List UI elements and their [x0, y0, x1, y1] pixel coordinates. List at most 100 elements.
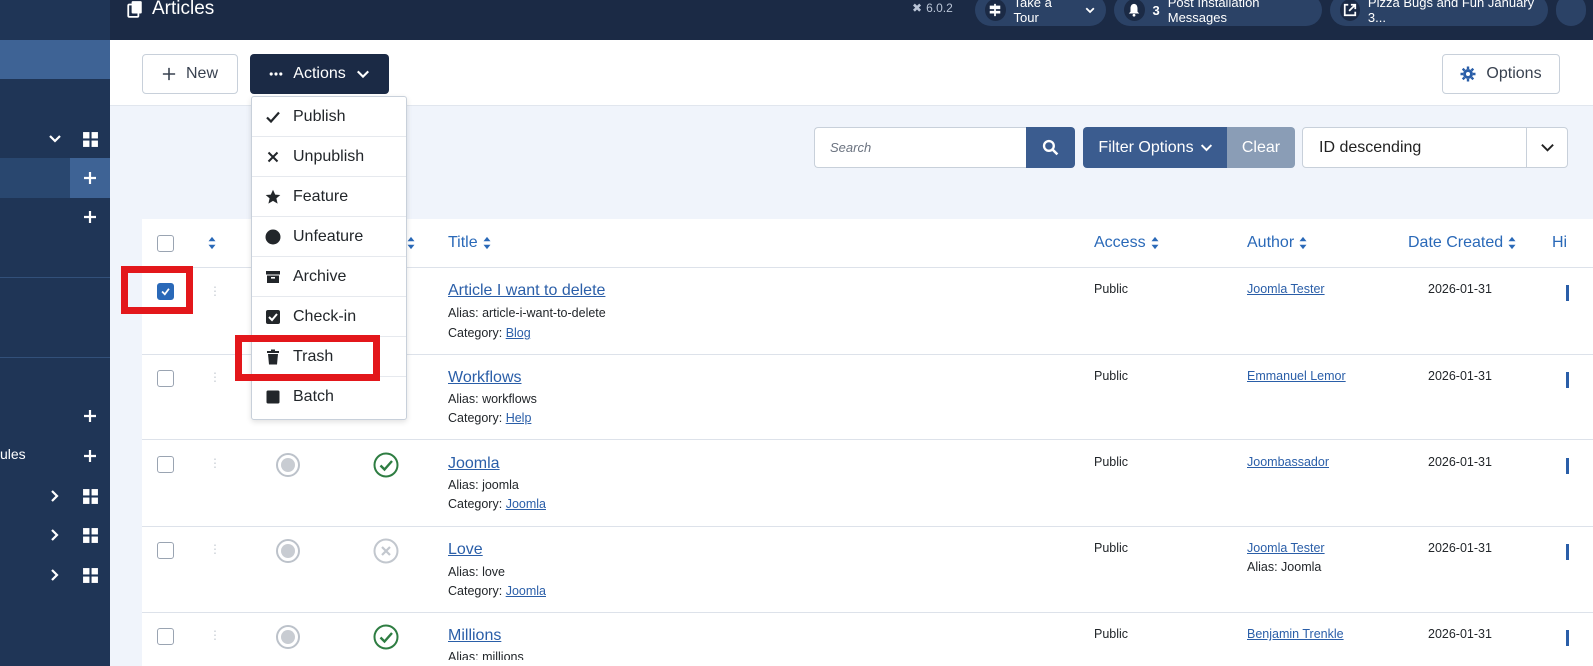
date-created-value: 2026-01-31 — [1428, 369, 1492, 383]
featured-published-icon[interactable] — [373, 624, 399, 650]
title-column-header[interactable]: Title — [448, 234, 492, 252]
status-unpublished-icon[interactable] — [275, 624, 301, 650]
dashboard-grid-icon[interactable] — [80, 486, 100, 506]
hits-badge — [1566, 372, 1569, 388]
menu-item-feature[interactable]: Feature — [252, 177, 406, 217]
access-value: Public — [1094, 627, 1129, 641]
chevron-down-icon — [1200, 144, 1212, 152]
date-created-column-header[interactable]: Date Created — [1408, 234, 1517, 252]
date-created-value: 2026-01-31 — [1428, 455, 1492, 469]
category-link[interactable]: Help — [506, 411, 532, 425]
star-icon — [265, 189, 281, 204]
sidebar-divider — [0, 277, 110, 278]
access-value: Public — [1094, 541, 1129, 555]
archive-icon — [266, 270, 280, 283]
chevron-right-icon[interactable] — [45, 565, 65, 585]
take-tour-button[interactable]: Take a Tour — [975, 0, 1106, 26]
row-checkbox[interactable] — [157, 628, 174, 645]
sort-icon — [483, 236, 491, 250]
drag-handle-icon[interactable]: ⋮ — [209, 628, 221, 642]
access-value: Public — [1094, 282, 1129, 296]
user-menu-button[interactable] — [1556, 0, 1586, 26]
search-button[interactable] — [1026, 127, 1075, 168]
search-input[interactable] — [814, 127, 1028, 168]
menu-item-unpublish[interactable]: Unpublish — [252, 137, 406, 177]
article-title-link[interactable]: Joomla — [448, 455, 500, 473]
add-article-button[interactable] — [70, 158, 110, 198]
plus-icon[interactable] — [80, 446, 100, 466]
article-title-link[interactable]: Love — [448, 541, 483, 559]
chevron-down-icon — [356, 70, 369, 79]
actions-button[interactable]: Actions — [250, 54, 389, 94]
menu-item-unfeature[interactable]: Unfeature — [252, 217, 406, 257]
author-link[interactable]: Joombassador — [1247, 455, 1329, 469]
ordering-sort-header[interactable] — [207, 234, 217, 252]
author-link[interactable]: Joomla Tester — [1247, 282, 1325, 296]
plus-icon[interactable] — [80, 207, 100, 227]
sort-icon — [1508, 236, 1516, 250]
new-button[interactable]: New — [142, 54, 238, 94]
menu-item-archive[interactable]: Archive — [252, 257, 406, 297]
row-checkbox[interactable] — [157, 456, 174, 473]
chevron-right-icon[interactable] — [45, 525, 65, 545]
article-category: Category: Joomla — [448, 584, 546, 598]
article-title-link[interactable]: Article I want to delete — [448, 282, 605, 300]
article-alias: Alias: love — [448, 565, 505, 579]
ellipsis-icon — [269, 72, 283, 76]
clear-button[interactable]: Clear — [1227, 127, 1295, 168]
sort-icon — [1151, 236, 1159, 250]
article-alias: Alias: article-i-want-to-delete — [448, 306, 606, 320]
author-link[interactable]: Joomla Tester — [1247, 541, 1325, 555]
drag-handle-icon[interactable]: ⋮ — [209, 284, 221, 298]
category-link[interactable]: Joomla — [506, 497, 546, 511]
dashboard-grid-icon[interactable] — [80, 129, 100, 149]
options-button[interactable]: Options — [1442, 54, 1560, 94]
page-title: Articles — [126, 0, 214, 20]
article-category: Category: Help — [448, 411, 532, 425]
category-link[interactable]: Joomla — [506, 584, 546, 598]
plus-icon[interactable] — [80, 406, 100, 426]
menu-item-check-in[interactable]: Check-in — [252, 297, 406, 337]
featured-sort-header[interactable] — [406, 234, 416, 252]
article-alias: Alias: workflows — [448, 392, 537, 406]
featured-published-icon[interactable] — [373, 452, 399, 478]
author-link[interactable]: Emmanuel Lemor — [1247, 369, 1346, 383]
access-value: Public — [1094, 369, 1129, 383]
external-link-icon — [1340, 0, 1360, 21]
chevron-down-icon[interactable] — [45, 129, 65, 149]
check-icon — [266, 111, 280, 123]
featured-unpublished-icon[interactable] — [373, 538, 399, 564]
row-checkbox[interactable] — [157, 542, 174, 559]
menu-item-batch[interactable]: Batch — [252, 377, 406, 417]
sidebar-item-active[interactable] — [0, 40, 110, 79]
row-checkbox[interactable] — [157, 370, 174, 387]
article-title-link[interactable]: Workflows — [448, 369, 522, 387]
sidebar-item-modules-label[interactable]: ules — [0, 446, 26, 462]
access-column-header[interactable]: Access — [1094, 234, 1160, 252]
category-link[interactable]: Blog — [506, 326, 531, 340]
hits-badge — [1566, 544, 1569, 560]
hits-badge — [1566, 630, 1569, 646]
site-preview-link[interactable]: Pizza Bugs and Fun January 3... — [1330, 0, 1548, 26]
circle-icon — [265, 229, 281, 244]
row-divider — [142, 612, 1593, 613]
menu-item-publish[interactable]: Publish — [252, 97, 406, 137]
status-unpublished-icon[interactable] — [275, 452, 301, 478]
author-column-header[interactable]: Author — [1247, 234, 1308, 252]
dashboard-grid-icon[interactable] — [80, 525, 100, 545]
author-link[interactable]: Benjamin Trenkle — [1247, 627, 1344, 641]
select-all-checkbox[interactable] — [157, 235, 174, 252]
article-title-link[interactable]: Millions — [448, 627, 501, 645]
row-divider — [142, 526, 1593, 527]
drag-handle-icon[interactable]: ⋮ — [209, 370, 221, 384]
status-unpublished-icon[interactable] — [275, 538, 301, 564]
dashboard-grid-icon[interactable] — [80, 565, 100, 585]
chevron-down-icon[interactable] — [1526, 127, 1568, 168]
chevron-right-icon[interactable] — [45, 486, 65, 506]
hits-column-header[interactable]: Hi — [1552, 234, 1568, 252]
joomla-icon: ✖ — [912, 1, 923, 15]
drag-handle-icon[interactable]: ⋮ — [209, 456, 221, 470]
filter-options-button[interactable]: Filter Options — [1083, 127, 1228, 168]
drag-handle-icon[interactable]: ⋮ — [209, 542, 221, 556]
post-installation-messages-button[interactable]: 3 Post Installation Messages — [1114, 0, 1322, 26]
